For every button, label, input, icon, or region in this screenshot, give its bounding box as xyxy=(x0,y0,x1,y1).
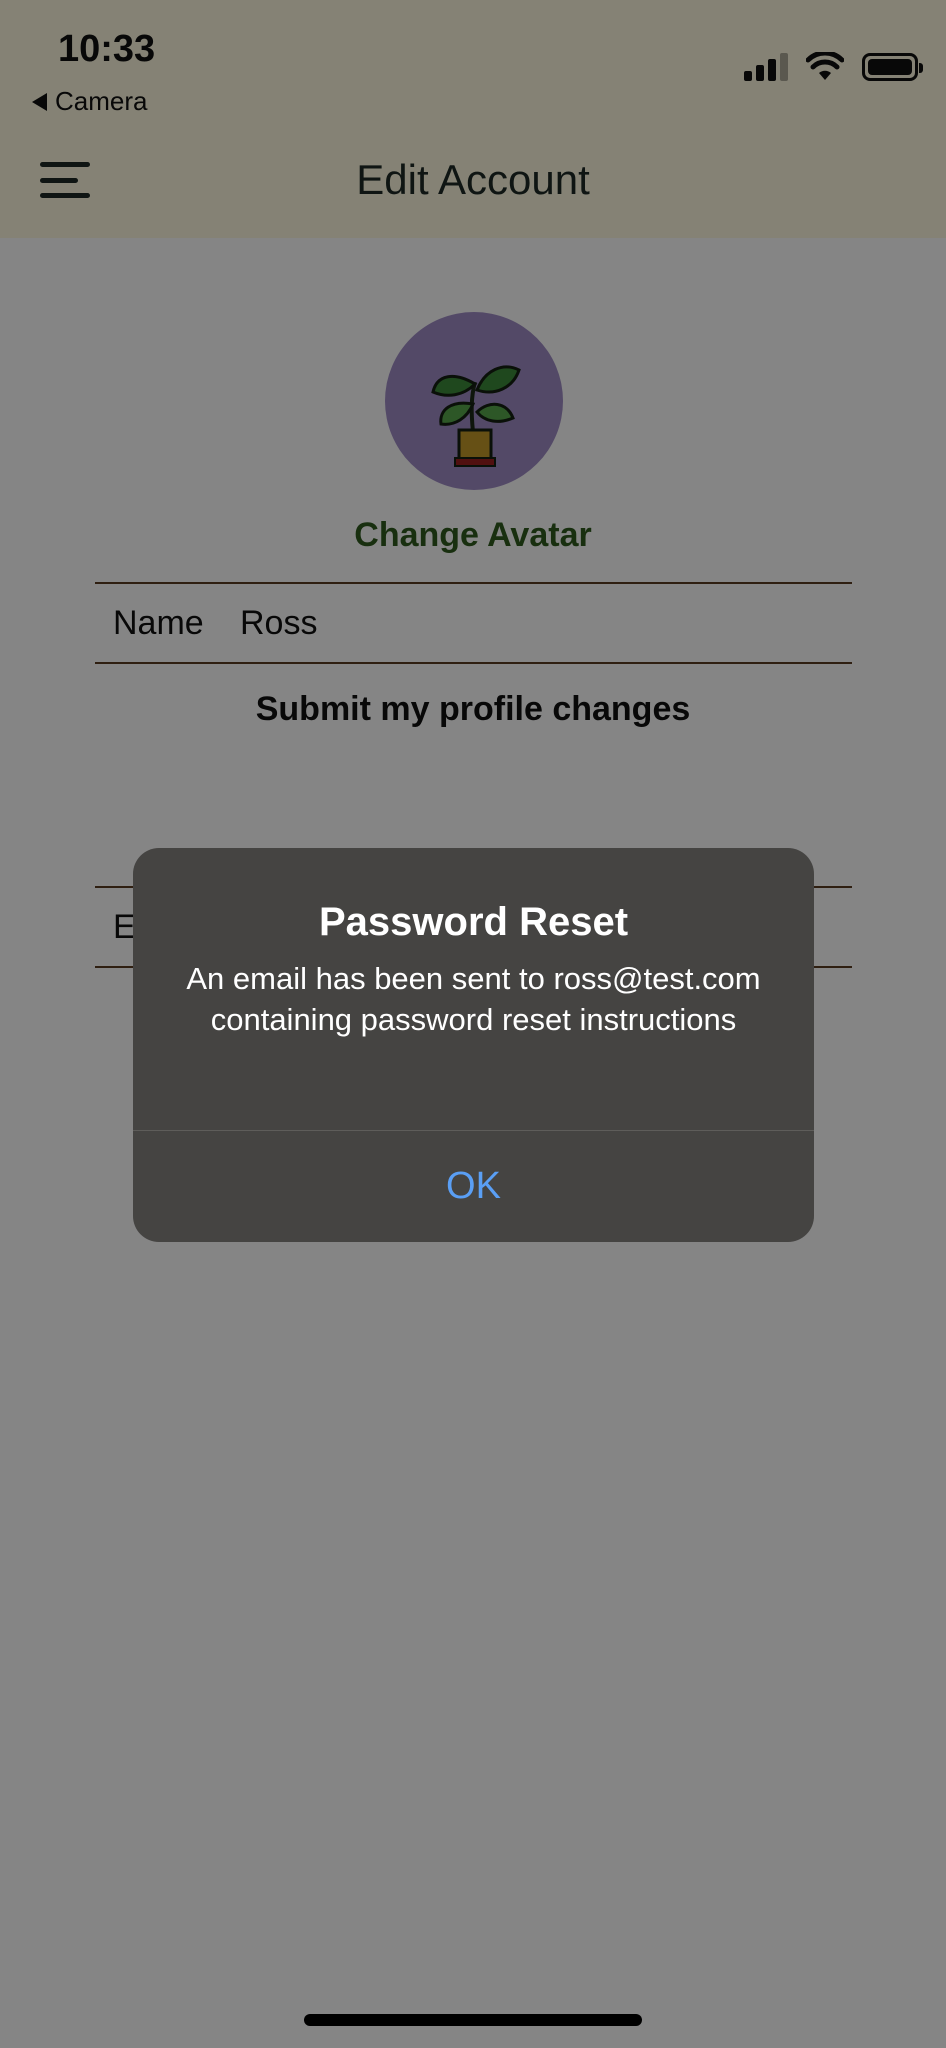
alert-title: Password Reset xyxy=(318,900,629,944)
password-reset-alert: Password Reset An email has been sent to… xyxy=(133,848,814,1242)
alert-ok-button[interactable]: OK xyxy=(133,1131,814,1242)
alert-message: An email has been sent to ross@test.com … xyxy=(186,961,761,1037)
home-indicator[interactable] xyxy=(304,2014,642,2026)
edit-account-screen: 10:33 Camera Edit Account Change Avatar … xyxy=(0,0,946,2048)
